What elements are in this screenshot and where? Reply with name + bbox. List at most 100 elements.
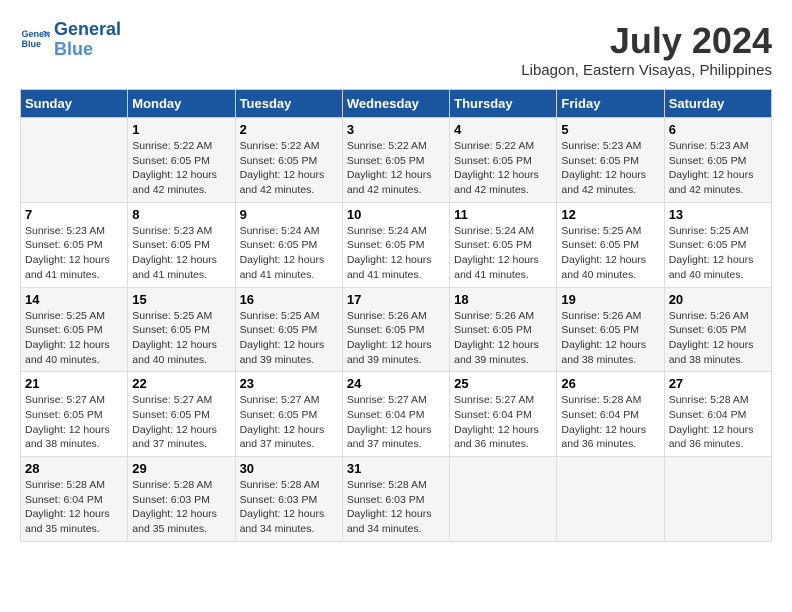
calendar-cell: 29 Sunrise: 5:28 AM Sunset: 6:03 PM Dayli…	[128, 457, 235, 542]
header-wednesday: Wednesday	[342, 90, 449, 118]
calendar-cell: 3Sunrise: 5:22 AM Sunset: 6:05 PM Daylig…	[342, 118, 449, 203]
day-number: 22	[132, 376, 230, 391]
calendar-row-2: 7Sunrise: 5:23 AM Sunset: 6:05 PM Daylig…	[21, 202, 772, 287]
day-info: Sunrise: 5:23 AM Sunset: 6:05 PM Dayligh…	[25, 224, 123, 283]
calendar-cell	[21, 118, 128, 203]
day-info: Sunrise: 5:25 AM Sunset: 6:05 PM Dayligh…	[669, 224, 767, 283]
day-number: 5	[561, 122, 659, 137]
day-info: Sunrise: 5:28 AM Sunset: 6:03 PM Dayligh…	[132, 478, 230, 537]
day-number: 4	[454, 122, 552, 137]
day-info: Sunrise: 5:27 AM Sunset: 6:04 PM Dayligh…	[347, 393, 445, 452]
header-friday: Friday	[557, 90, 664, 118]
day-info: Sunrise: 5:22 AM Sunset: 6:05 PM Dayligh…	[454, 139, 552, 198]
day-number: 31	[347, 461, 445, 476]
day-number: 24	[347, 376, 445, 391]
calendar-row-5: 28 Sunrise: 5:28 AM Sunset: 6:04 PM Dayli…	[21, 457, 772, 542]
day-info: Sunrise: 5:27 AM Sunset: 6:04 PM Dayligh…	[454, 393, 552, 452]
header-row: Sunday Monday Tuesday Wednesday Thursday…	[21, 90, 772, 118]
day-number: 1	[132, 122, 230, 137]
day-info: Sunrise: 5:28 AM Sunset: 6:03 PM Dayligh…	[240, 478, 338, 537]
subtitle: Libagon, Eastern Visayas, Philippines	[521, 62, 772, 79]
calendar-cell: 1 Sunrise: 5:22 AM Sunset: 6:05 PM Daylig…	[128, 118, 235, 203]
calendar-cell: 2Sunrise: 5:22 AM Sunset: 6:05 PM Daylig…	[235, 118, 342, 203]
day-info: Sunrise: 5:23 AM Sunset: 6:05 PM Dayligh…	[561, 139, 659, 198]
calendar-cell	[557, 457, 664, 542]
calendar-cell: 28 Sunrise: 5:28 AM Sunset: 6:04 PM Dayli…	[21, 457, 128, 542]
header-sunday: Sunday	[21, 90, 128, 118]
day-number: 16	[240, 292, 338, 307]
day-info: Sunrise: 5:22 AM Sunset: 6:05 PM Dayligh…	[132, 139, 230, 198]
calendar-cell: 10 Sunrise: 5:24 AM Sunset: 6:05 PM Dayli…	[342, 202, 449, 287]
calendar-row-4: 21 Sunrise: 5:27 AM Sunset: 6:05 PM Dayli…	[21, 372, 772, 457]
day-info: Sunrise: 5:23 AM Sunset: 6:05 PM Dayligh…	[669, 139, 767, 198]
logo: General Blue General Blue	[20, 20, 121, 60]
day-number: 28	[25, 461, 123, 476]
logo-text: General Blue	[54, 20, 121, 60]
day-info: Sunrise: 5:28 AM Sunset: 6:04 PM Dayligh…	[25, 478, 123, 537]
day-number: 21	[25, 376, 123, 391]
calendar-cell: 4 Sunrise: 5:22 AM Sunset: 6:05 PM Daylig…	[450, 118, 557, 203]
calendar-cell: 25 Sunrise: 5:27 AM Sunset: 6:04 PM Dayli…	[450, 372, 557, 457]
day-info: Sunrise: 5:24 AM Sunset: 6:05 PM Dayligh…	[454, 224, 552, 283]
day-info: Sunrise: 5:25 AM Sunset: 6:05 PM Dayligh…	[132, 309, 230, 368]
title-section: July 2024 Libagon, Eastern Visayas, Phil…	[521, 20, 772, 79]
day-number: 9	[240, 207, 338, 222]
calendar-cell: 13 Sunrise: 5:25 AM Sunset: 6:05 PM Dayli…	[664, 202, 771, 287]
header-thursday: Thursday	[450, 90, 557, 118]
calendar-cell: 22 Sunrise: 5:27 AM Sunset: 6:05 PM Dayli…	[128, 372, 235, 457]
calendar-cell	[664, 457, 771, 542]
calendar-cell: 14Sunrise: 5:25 AM Sunset: 6:05 PM Dayli…	[21, 287, 128, 372]
day-number: 8	[132, 207, 230, 222]
day-number: 17	[347, 292, 445, 307]
calendar-cell: 31 Sunrise: 5:28 AM Sunset: 6:03 PM Dayli…	[342, 457, 449, 542]
day-number: 27	[669, 376, 767, 391]
day-number: 26	[561, 376, 659, 391]
calendar-cell: 18 Sunrise: 5:26 AM Sunset: 6:05 PM Dayli…	[450, 287, 557, 372]
day-info: Sunrise: 5:22 AM Sunset: 6:05 PM Dayligh…	[240, 139, 338, 198]
day-info: Sunrise: 5:26 AM Sunset: 6:05 PM Dayligh…	[454, 309, 552, 368]
calendar-cell: 15Sunrise: 5:25 AM Sunset: 6:05 PM Dayli…	[128, 287, 235, 372]
header-tuesday: Tuesday	[235, 90, 342, 118]
calendar-cell: 23Sunrise: 5:27 AM Sunset: 6:05 PM Dayli…	[235, 372, 342, 457]
calendar-cell: 30Sunrise: 5:28 AM Sunset: 6:03 PM Dayli…	[235, 457, 342, 542]
day-number: 14	[25, 292, 123, 307]
day-number: 23	[240, 376, 338, 391]
day-number: 10	[347, 207, 445, 222]
day-info: Sunrise: 5:24 AM Sunset: 6:05 PM Dayligh…	[347, 224, 445, 283]
day-number: 19	[561, 292, 659, 307]
day-info: Sunrise: 5:28 AM Sunset: 6:04 PM Dayligh…	[669, 393, 767, 452]
day-number: 13	[669, 207, 767, 222]
calendar-cell: 27 Sunrise: 5:28 AM Sunset: 6:04 PM Dayli…	[664, 372, 771, 457]
day-info: Sunrise: 5:22 AM Sunset: 6:05 PM Dayligh…	[347, 139, 445, 198]
calendar-cell: 17Sunrise: 5:26 AM Sunset: 6:05 PM Dayli…	[342, 287, 449, 372]
calendar-cell: 6 Sunrise: 5:23 AM Sunset: 6:05 PM Daylig…	[664, 118, 771, 203]
calendar-cell: 12 Sunrise: 5:25 AM Sunset: 6:05 PM Dayli…	[557, 202, 664, 287]
day-info: Sunrise: 5:26 AM Sunset: 6:05 PM Dayligh…	[561, 309, 659, 368]
day-info: Sunrise: 5:25 AM Sunset: 6:05 PM Dayligh…	[561, 224, 659, 283]
day-info: Sunrise: 5:27 AM Sunset: 6:05 PM Dayligh…	[132, 393, 230, 452]
day-number: 6	[669, 122, 767, 137]
calendar-table: Sunday Monday Tuesday Wednesday Thursday…	[20, 89, 772, 542]
calendar-cell: 20 Sunrise: 5:26 AM Sunset: 6:05 PM Dayli…	[664, 287, 771, 372]
day-number: 20	[669, 292, 767, 307]
day-number: 18	[454, 292, 552, 307]
header-monday: Monday	[128, 90, 235, 118]
day-number: 11	[454, 207, 552, 222]
day-number: 25	[454, 376, 552, 391]
calendar-cell: 11 Sunrise: 5:24 AM Sunset: 6:05 PM Dayli…	[450, 202, 557, 287]
calendar-cell: 26 Sunrise: 5:28 AM Sunset: 6:04 PM Dayli…	[557, 372, 664, 457]
day-info: Sunrise: 5:26 AM Sunset: 6:05 PM Dayligh…	[669, 309, 767, 368]
day-info: Sunrise: 5:23 AM Sunset: 6:05 PM Dayligh…	[132, 224, 230, 283]
calendar-cell: 7Sunrise: 5:23 AM Sunset: 6:05 PM Daylig…	[21, 202, 128, 287]
day-info: Sunrise: 5:28 AM Sunset: 6:03 PM Dayligh…	[347, 478, 445, 537]
logo-icon: General Blue	[20, 25, 50, 55]
day-number: 29	[132, 461, 230, 476]
svg-text:Blue: Blue	[22, 39, 42, 49]
calendar-cell: 19 Sunrise: 5:26 AM Sunset: 6:05 PM Dayli…	[557, 287, 664, 372]
day-info: Sunrise: 5:25 AM Sunset: 6:05 PM Dayligh…	[240, 309, 338, 368]
calendar-cell	[450, 457, 557, 542]
day-number: 12	[561, 207, 659, 222]
day-info: Sunrise: 5:28 AM Sunset: 6:04 PM Dayligh…	[561, 393, 659, 452]
calendar-row-3: 14 Sunrise: 5:25 AM Sunset: 6:05 PM Dayli…	[21, 287, 772, 372]
header-saturday: Saturday	[664, 90, 771, 118]
